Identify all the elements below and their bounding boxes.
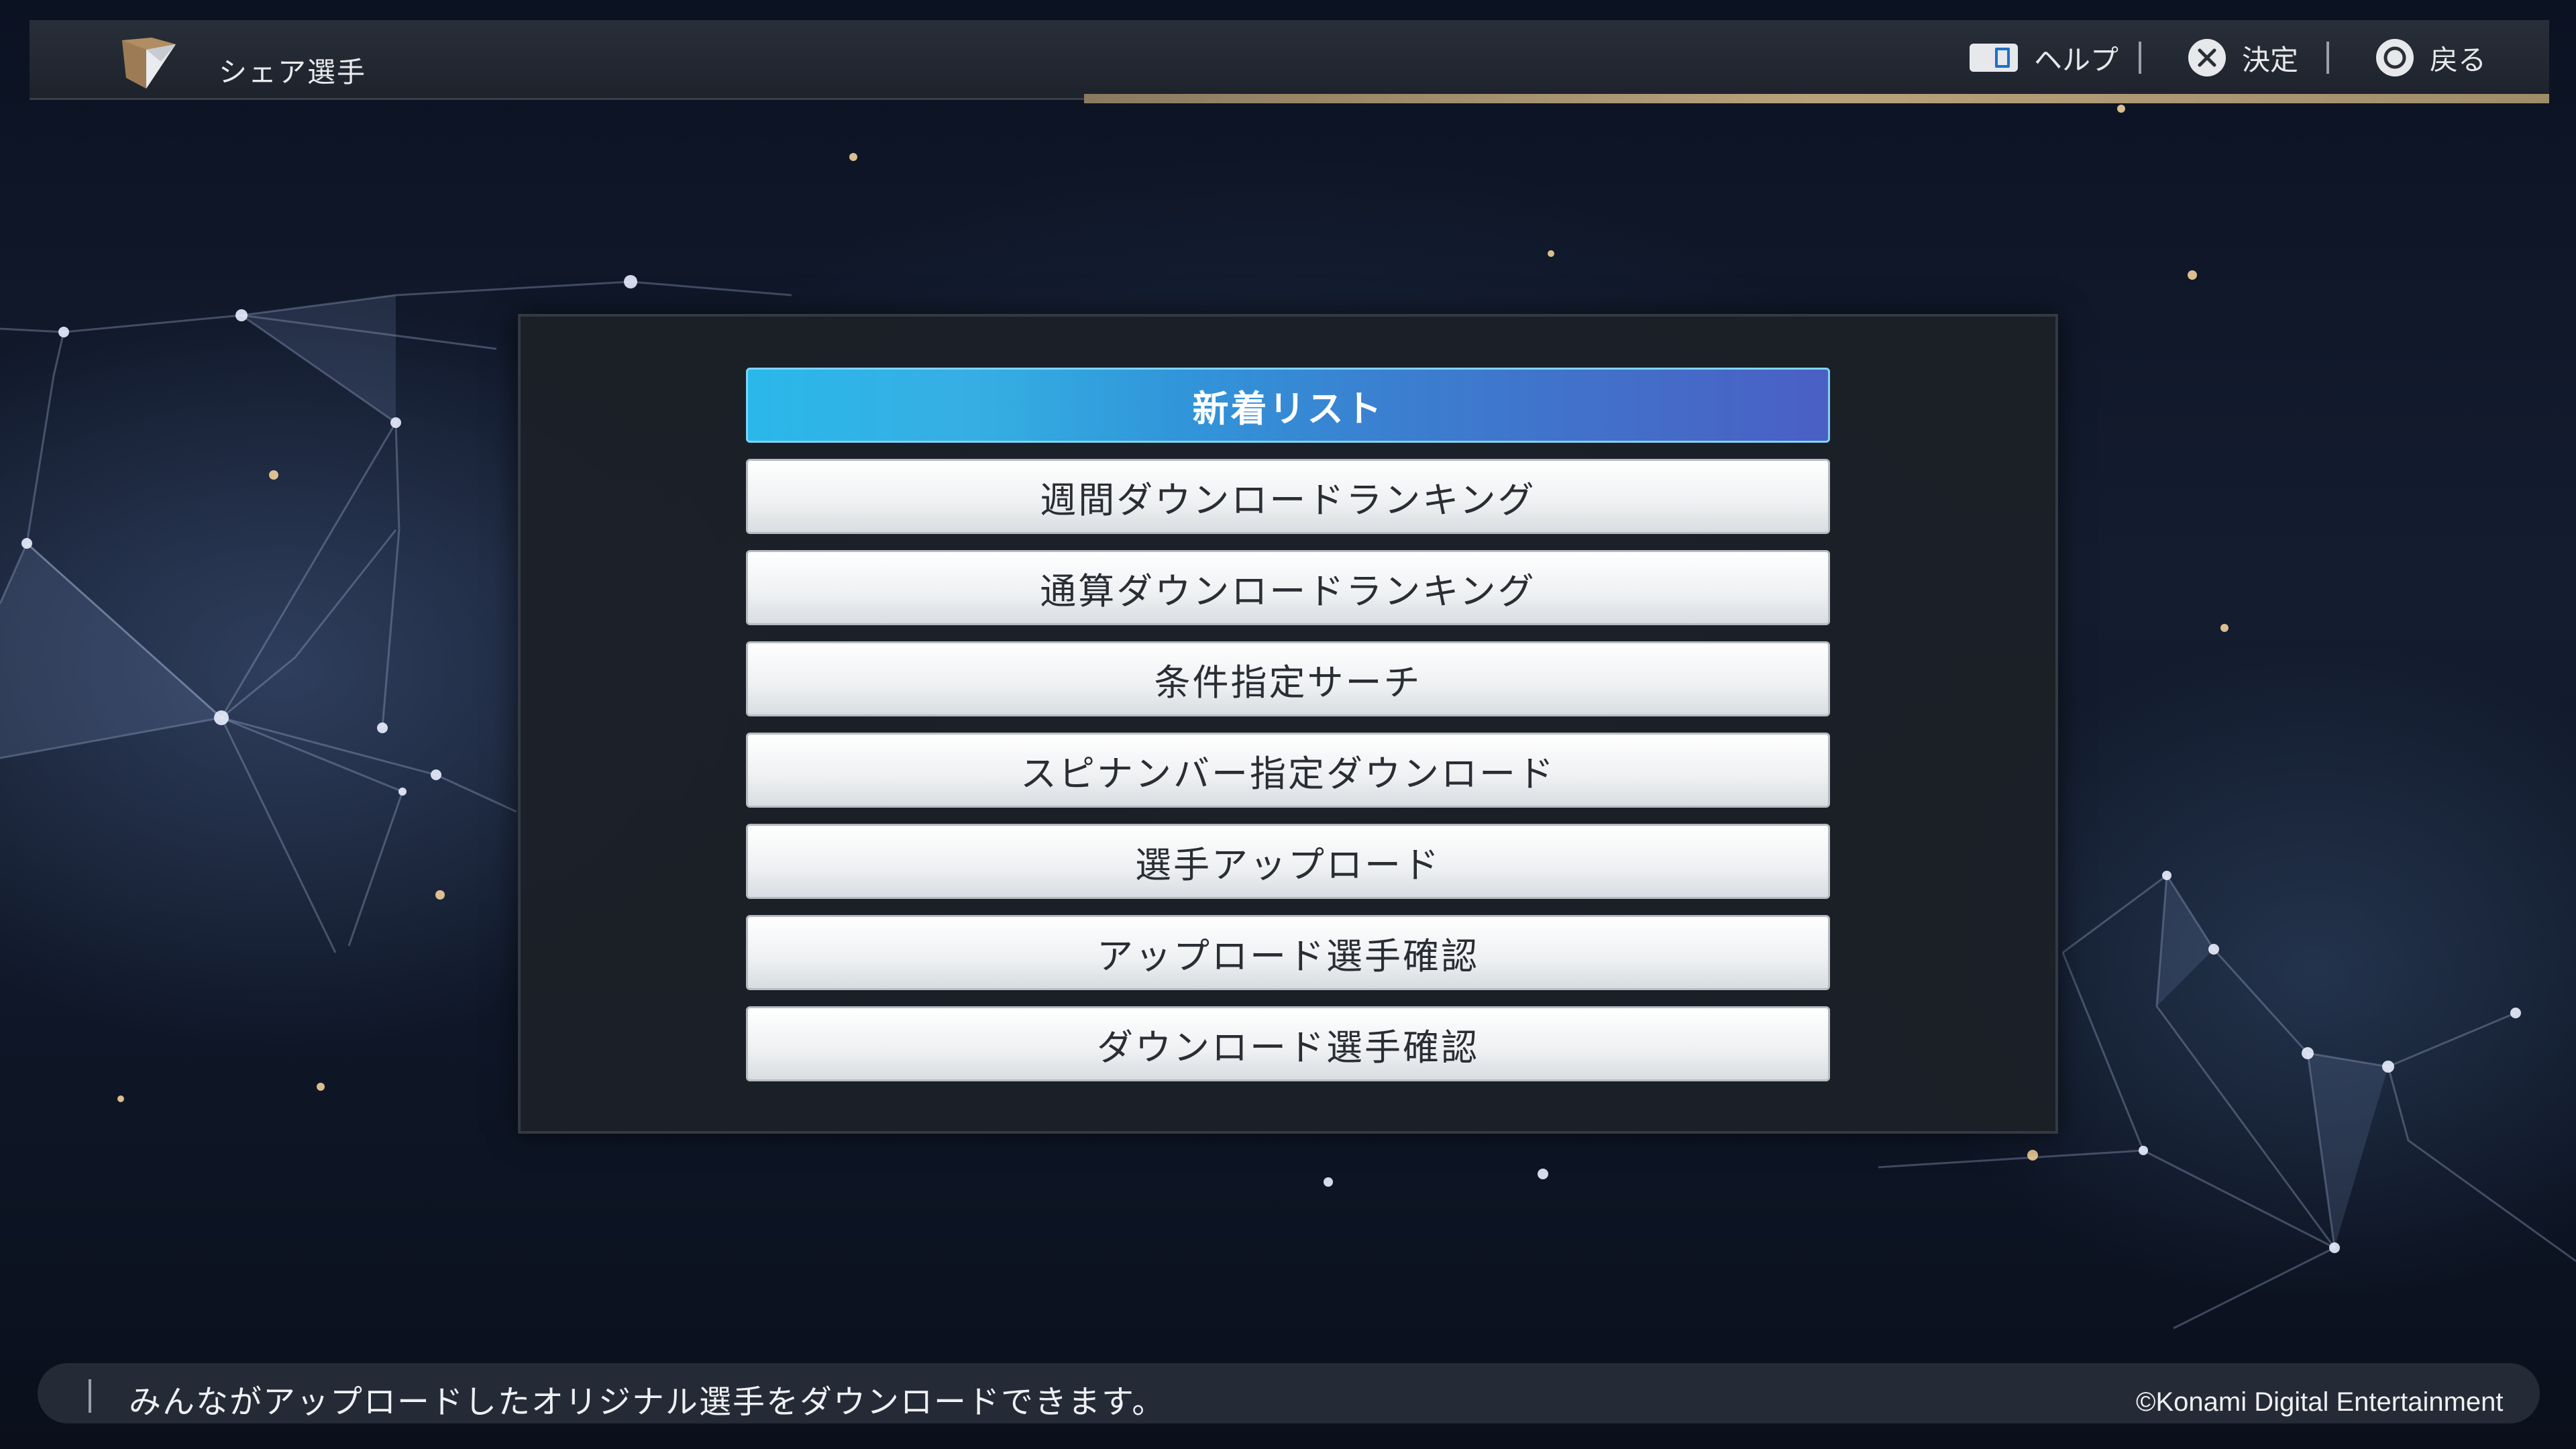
- hint-separator: [2139, 42, 2141, 74]
- screen-title: シェア選手: [219, 56, 367, 89]
- menu-item-label: スピナンバー指定ダウンロード: [1020, 752, 1556, 795]
- menu-item-new-list[interactable]: 新着リスト: [746, 368, 1830, 443]
- emblem-icon: [122, 38, 176, 89]
- confirm-hint[interactable]: 決定: [2187, 38, 2298, 78]
- touchpad-icon: [1970, 44, 2018, 72]
- copyright-text: ©Konami Digital Entertainment: [2136, 1387, 2504, 1417]
- menu-item-label: アップロード選手確認: [1097, 934, 1479, 977]
- header-accent-line: [1084, 94, 2549, 103]
- menu-item-label: 週間ダウンロードランキング: [1040, 478, 1536, 521]
- description-text: みんながアップロードしたオリジナル選手をダウンロードできます。: [129, 1383, 1166, 1421]
- menu-item-label: 新着リスト: [1192, 387, 1384, 430]
- help-hint[interactable]: ヘルプ: [1968, 38, 2118, 78]
- menu-item-upload-confirm[interactable]: アップロード選手確認: [746, 915, 1830, 990]
- description-marker: [89, 1379, 91, 1413]
- menu-item-weekly-ranking[interactable]: 週間ダウンロードランキング: [746, 459, 1830, 534]
- top-bar: [30, 20, 2549, 100]
- menu-item-player-upload[interactable]: 選手アップロード: [746, 824, 1830, 899]
- back-hint-label: 戻る: [2430, 43, 2487, 76]
- circle-button-icon: [2376, 39, 2414, 76]
- cross-button-icon: [2188, 39, 2226, 76]
- hint-separator: [2326, 42, 2329, 74]
- menu-item-total-ranking[interactable]: 通算ダウンロードランキング: [746, 550, 1830, 625]
- menu-item-label: 選手アップロード: [1135, 843, 1441, 886]
- menu-item-label: 通算ダウンロードランキング: [1040, 570, 1536, 612]
- menu-item-download-confirm[interactable]: ダウンロード選手確認: [746, 1006, 1830, 1081]
- back-hint[interactable]: 戻る: [2375, 38, 2486, 78]
- game-screen: シェア選手 ヘルプ 決定 戻る 新着リスト 週間ダウンロードランキング 通算ダウ…: [0, 0, 2576, 1449]
- menu-item-condition-search[interactable]: 条件指定サーチ: [746, 641, 1830, 716]
- confirm-hint-label: 決定: [2242, 43, 2299, 76]
- menu-item-label: ダウンロード選手確認: [1097, 1026, 1479, 1069]
- help-hint-label: ヘルプ: [2034, 43, 2119, 76]
- menu-item-label: 条件指定サーチ: [1154, 661, 1422, 704]
- menu-item-spinumber-download[interactable]: スピナンバー指定ダウンロード: [746, 733, 1830, 808]
